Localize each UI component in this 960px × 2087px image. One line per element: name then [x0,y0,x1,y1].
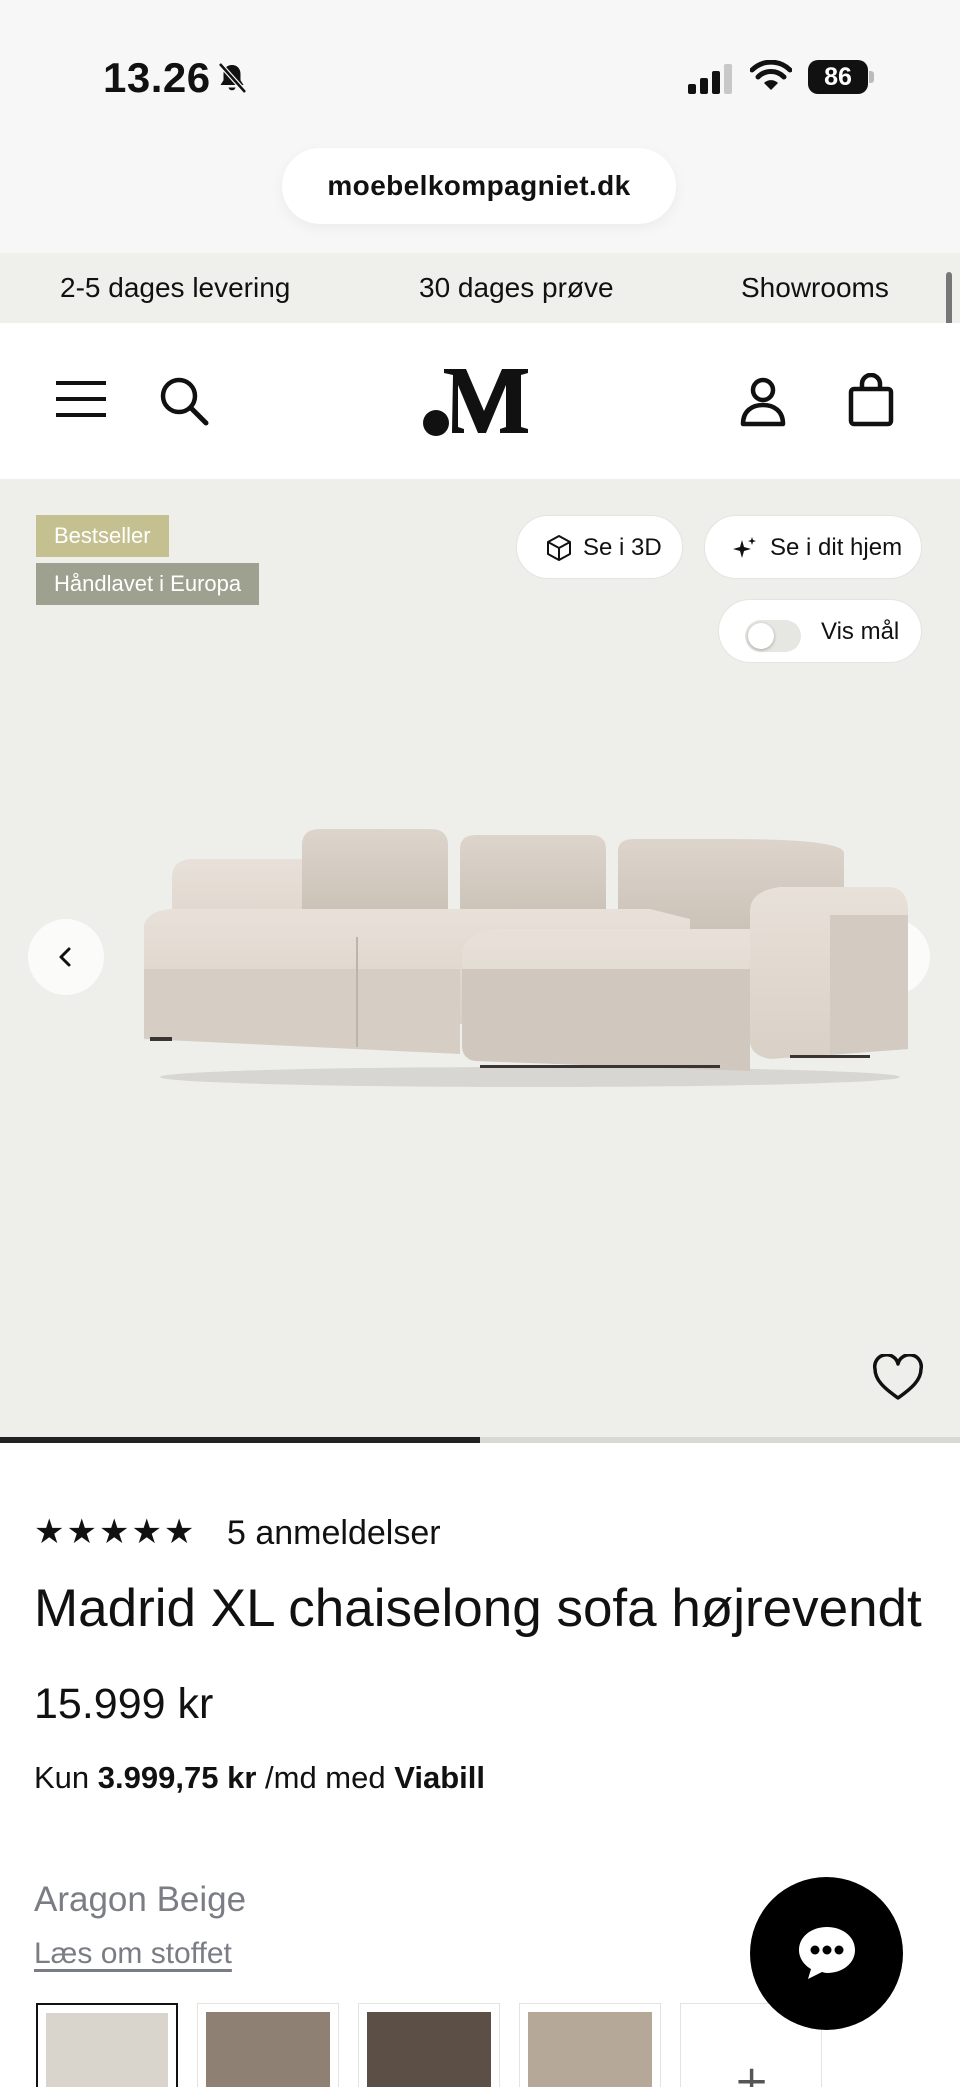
swatch-fill [528,2012,652,2087]
switch-knob [748,623,774,649]
swatch-fill [206,2012,330,2087]
view-3d-label: Se i 3D [583,534,662,561]
product-image-sofa [144,829,908,1087]
ar-view-label: Se i dit hjem [770,534,903,561]
heart-icon[interactable] [872,1354,924,1402]
usp-delivery: 2-5 dages levering [60,272,291,303]
status-time: 13.26 [103,54,211,101]
swatch-0[interactable] [36,2003,178,2087]
bell-slash-icon [218,62,247,94]
swatch-fill [367,2012,491,2087]
product-gallery[interactable]: Bestseller Håndlavet i Europa Se i 3D Se… [0,479,960,1443]
financing-info: Kun 3.999,75 kr /md med Viabill [34,1760,485,1796]
gallery-progress-fill [0,1437,480,1443]
finance-amount: 3.999,75 kr [97,1760,257,1795]
battery-level: 86 [808,60,868,94]
badge-bestseller: Bestseller [36,515,169,557]
reviews-link[interactable]: 5 anmeldelser [227,1514,441,1553]
search-icon[interactable] [158,375,210,427]
usp-showrooms[interactable]: Showrooms [741,253,889,323]
prev-image-button[interactable] [28,919,104,995]
bag-icon[interactable] [848,373,894,427]
user-icon[interactable] [740,377,786,427]
finance-provider: Viabill [394,1760,485,1795]
measure-switch[interactable] [745,620,801,652]
finance-prefix: Kun [34,1760,90,1795]
url-field[interactable]: moebelkompagniet.dk [282,148,676,224]
cube-icon [547,535,571,561]
chat-bubble-icon [799,1927,855,1979]
measure-label: Vis mål [821,618,900,645]
selected-color-name: Aragon Beige [34,1880,247,1919]
usp-strip: 2-5 dages levering 30 dages prøve Showro… [0,253,960,323]
status-bar: 13.26 86 [0,0,960,150]
product-title: Madrid XL chaiselong sofa højrevendt [34,1579,922,1638]
swatch-3[interactable] [519,2003,661,2087]
swatch-2[interactable] [358,2003,500,2087]
battery-tip [869,71,874,83]
rating-stars[interactable]: ★★★★★ [34,1512,196,1552]
chat-button[interactable] [750,1877,903,2030]
battery-indicator: 86 [808,60,874,94]
ar-view-button[interactable]: Se i dit hjem [704,515,922,579]
cell-signal-icon [688,64,732,94]
plus-icon: + [734,2056,770,2087]
gallery-progress [0,1437,960,1443]
finance-mid: /md med [265,1760,386,1795]
chevron-left-icon [59,947,71,967]
swatch-fill [46,2013,168,2087]
hamburger-icon[interactable] [56,379,106,419]
wifi-icon [750,60,792,90]
badge-handmade: Håndlavet i Europa [36,563,260,605]
fabric-info-link[interactable]: Læs om stoffet [34,1937,232,1971]
browser-url-bar: moebelkompagniet.dk [0,148,960,253]
view-3d-button[interactable]: Se i 3D [516,515,683,579]
sparkle-icon [733,537,756,558]
usp-trial: 30 dages prøve [419,272,614,303]
site-header [0,323,960,479]
measure-toggle[interactable]: Vis mål [718,599,922,663]
product-price: 15.999 kr [34,1680,214,1728]
logo-m[interactable] [422,365,538,437]
swatch-1[interactable] [197,2003,339,2087]
